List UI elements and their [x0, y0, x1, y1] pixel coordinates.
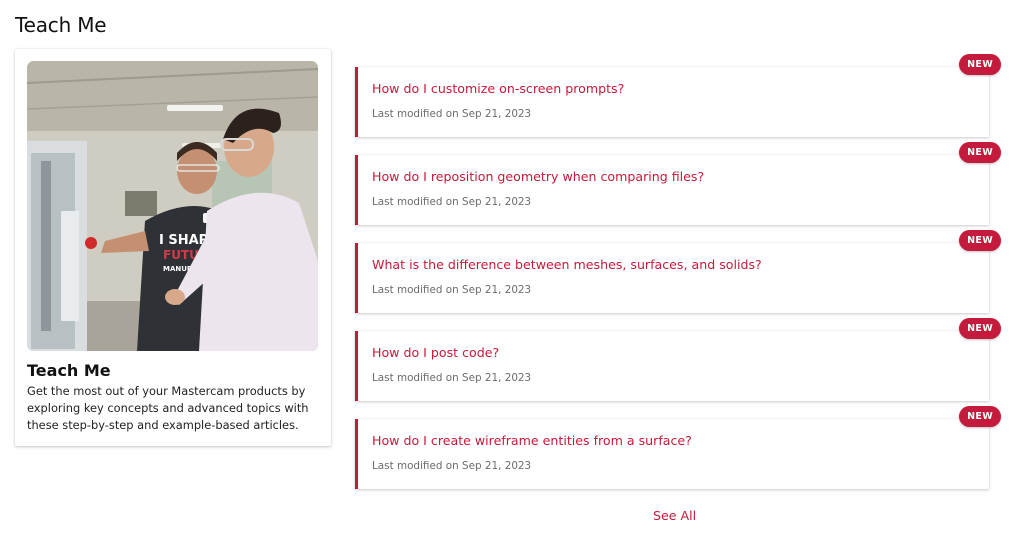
new-badge: NEW	[959, 230, 1001, 251]
article-modified-date: Last modified on Sep 21, 2023	[372, 108, 532, 120]
page-title: Teach Me	[15, 13, 107, 37]
article-modified-date: Last modified on Sep 21, 2023	[372, 372, 532, 384]
new-badge: NEW	[959, 406, 1001, 427]
article-modified-date: Last modified on Sep 21, 2023	[372, 460, 532, 472]
teach-me-card[interactable]: I SHAPE FUTURE MANUFACTUR Teach Me Get t…	[15, 49, 331, 446]
new-badge: NEW	[959, 142, 1001, 163]
article-card[interactable]: How do I customize on-screen prompts? La…	[355, 54, 1001, 137]
article-card[interactable]: What is the difference between meshes, s…	[355, 230, 1001, 313]
new-badge: NEW	[959, 318, 1001, 339]
see-all-link[interactable]: See All	[653, 508, 696, 523]
new-badge: NEW	[959, 54, 1001, 75]
article-modified-date: Last modified on Sep 21, 2023	[372, 196, 532, 208]
feature-photo: I SHAPE FUTURE MANUFACTUR	[27, 61, 318, 351]
feature-title: Teach Me	[27, 361, 111, 380]
article-card[interactable]: How do I post code? Last modified on Sep…	[355, 318, 1001, 401]
article-modified-date: Last modified on Sep 21, 2023	[372, 284, 532, 296]
article-link[interactable]: What is the difference between meshes, s…	[372, 257, 762, 272]
article-card[interactable]: How do I create wireframe entities from …	[355, 406, 1001, 489]
article-list: How do I customize on-screen prompts? La…	[355, 0, 1005, 543]
feature-description: Get the most out of your Mastercam produ…	[27, 384, 309, 432]
article-card[interactable]: How do I reposition geometry when compar…	[355, 142, 1001, 225]
article-link[interactable]: How do I reposition geometry when compar…	[372, 169, 704, 184]
article-link[interactable]: How do I post code?	[372, 345, 499, 360]
article-link[interactable]: How do I customize on-screen prompts?	[372, 81, 624, 96]
article-link[interactable]: How do I create wireframe entities from …	[372, 433, 692, 448]
